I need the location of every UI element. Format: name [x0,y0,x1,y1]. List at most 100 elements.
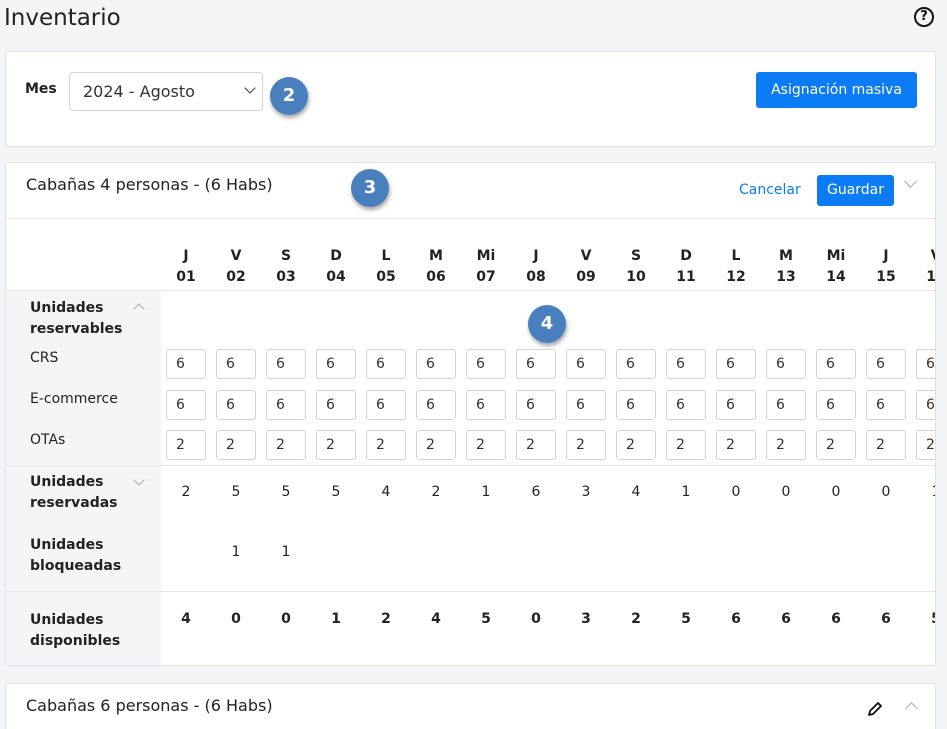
crs-input[interactable]: 6 [616,349,656,379]
reserved-value: 4 [631,484,641,500]
save-button[interactable]: Guardar [817,175,894,206]
crs-label: CRS [30,350,59,366]
ecommerce-label: E-commerce [30,391,118,407]
day-number-label: 09 [576,269,596,285]
otas-input[interactable]: 2 [666,430,706,460]
ecommerce-input[interactable]: 6 [366,390,406,420]
otas-input[interactable]: 2 [766,430,806,460]
room-card-2[interactable]: Cabañas 6 personas - (6 Habs) [5,683,936,729]
otas-input[interactable]: 2 [916,430,935,460]
ecommerce-input[interactable]: 6 [866,390,906,420]
weekday-label: V [916,246,935,267]
ecommerce-input[interactable]: 6 [566,390,606,420]
reserved-value: 0 [731,484,741,500]
day-number-label: 13 [776,269,796,285]
ecommerce-input[interactable]: 6 [416,390,456,420]
reserved-units-label: Unidades reservadas [30,474,118,511]
crs-input[interactable]: 6 [566,349,606,379]
ecommerce-input[interactable]: 6 [266,390,306,420]
weekday-label: S [630,248,642,264]
weekday-label: Mi [476,248,496,264]
otas-input[interactable]: 2 [366,430,406,460]
chevron-down-icon[interactable] [904,175,917,188]
cancel-button[interactable]: Cancelar [739,182,801,198]
help-icon[interactable]: ? [914,7,934,27]
otas-input[interactable]: 2 [816,430,856,460]
day-header: Mi 14 [816,246,856,288]
ecommerce-input[interactable]: 6 [316,390,356,420]
crs-input[interactable]: 6 [316,349,356,379]
day-header: S 03 [266,246,306,288]
room-header[interactable]: Cabañas 4 personas - (6 Habs) 3 Cancelar… [6,163,935,219]
crs-input[interactable]: 6 [916,349,935,379]
day-header: D 04 [316,246,356,288]
available-value: 6 [731,611,741,627]
reserved-value: 5 [331,484,341,500]
otas-input[interactable]: 2 [266,430,306,460]
ecommerce-input[interactable]: 6 [816,390,856,420]
day-header: J 15 [866,246,906,288]
day-header: M 13 [766,246,806,288]
day-number-label: 08 [526,269,546,285]
chevron-up-icon[interactable] [133,303,145,315]
chevron-down-icon[interactable] [133,474,145,486]
month-select[interactable]: 2024 - Agosto [69,72,263,111]
crs-input[interactable]: 6 [666,349,706,379]
ecommerce-input[interactable]: 6 [516,390,556,420]
room-title: Cabañas 4 personas - (6 Habs) [26,175,273,194]
otas-input[interactable]: 2 [716,430,756,460]
otas-input[interactable]: 2 [216,430,256,460]
ecommerce-input[interactable]: 6 [216,390,256,420]
crs-input[interactable]: 6 [466,349,506,379]
day-number-label: 10 [626,269,646,285]
weekday-label: D [330,248,342,264]
available-value: 0 [231,611,241,627]
otas-input[interactable]: 2 [166,430,206,460]
crs-input[interactable]: 6 [166,349,206,379]
month-select-value: 2024 - Agosto [83,82,195,101]
reserved-value: 1 [681,484,691,500]
day-number-label: 01 [176,269,196,285]
reserved-value: 3 [581,484,591,500]
weekday-label: J [883,248,889,264]
weekday-label: L [731,248,741,264]
ecommerce-input[interactable]: 6 [666,390,706,420]
reserved-value: 6 [531,484,541,500]
crs-input[interactable]: 6 [266,349,306,379]
otas-input[interactable]: 2 [416,430,456,460]
day-number-label: 15 [876,269,896,285]
available-value: 2 [631,611,641,627]
crs-input[interactable]: 6 [516,349,556,379]
reservable-units-label: Unidades reservables [30,300,123,337]
ecommerce-input[interactable]: 6 [716,390,756,420]
bulk-assign-button[interactable]: Asignación masiva [756,72,917,108]
row-labels-column: Unidades reservables CRS E-commerce OTAs … [6,291,161,665]
otas-input[interactable]: 2 [616,430,656,460]
crs-input[interactable]: 6 [866,349,906,379]
reserved-value: 5 [281,484,291,500]
crs-input[interactable]: 6 [216,349,256,379]
ecommerce-input[interactable]: 6 [766,390,806,420]
available-value: 5 [916,611,935,627]
ecommerce-input[interactable]: 6 [166,390,206,420]
otas-input[interactable]: 2 [516,430,556,460]
crs-input[interactable]: 6 [766,349,806,379]
reserved-value: 0 [781,484,791,500]
ecommerce-input[interactable]: 6 [916,390,935,420]
pencil-icon[interactable] [866,700,884,718]
ecommerce-input[interactable]: 6 [466,390,506,420]
day-header: V 09 [566,246,606,288]
crs-input[interactable]: 6 [816,349,856,379]
otas-input[interactable]: 2 [566,430,606,460]
crs-input[interactable]: 6 [366,349,406,379]
crs-input[interactable]: 6 [716,349,756,379]
blocked-value: 1 [231,544,241,560]
divider [6,591,935,592]
ecommerce-input[interactable]: 6 [616,390,656,420]
crs-input[interactable]: 6 [416,349,456,379]
otas-input[interactable]: 2 [866,430,906,460]
otas-input[interactable]: 2 [466,430,506,460]
otas-input[interactable]: 2 [316,430,356,460]
blocked-value: 1 [281,544,291,560]
chevron-up-icon[interactable] [905,702,918,715]
